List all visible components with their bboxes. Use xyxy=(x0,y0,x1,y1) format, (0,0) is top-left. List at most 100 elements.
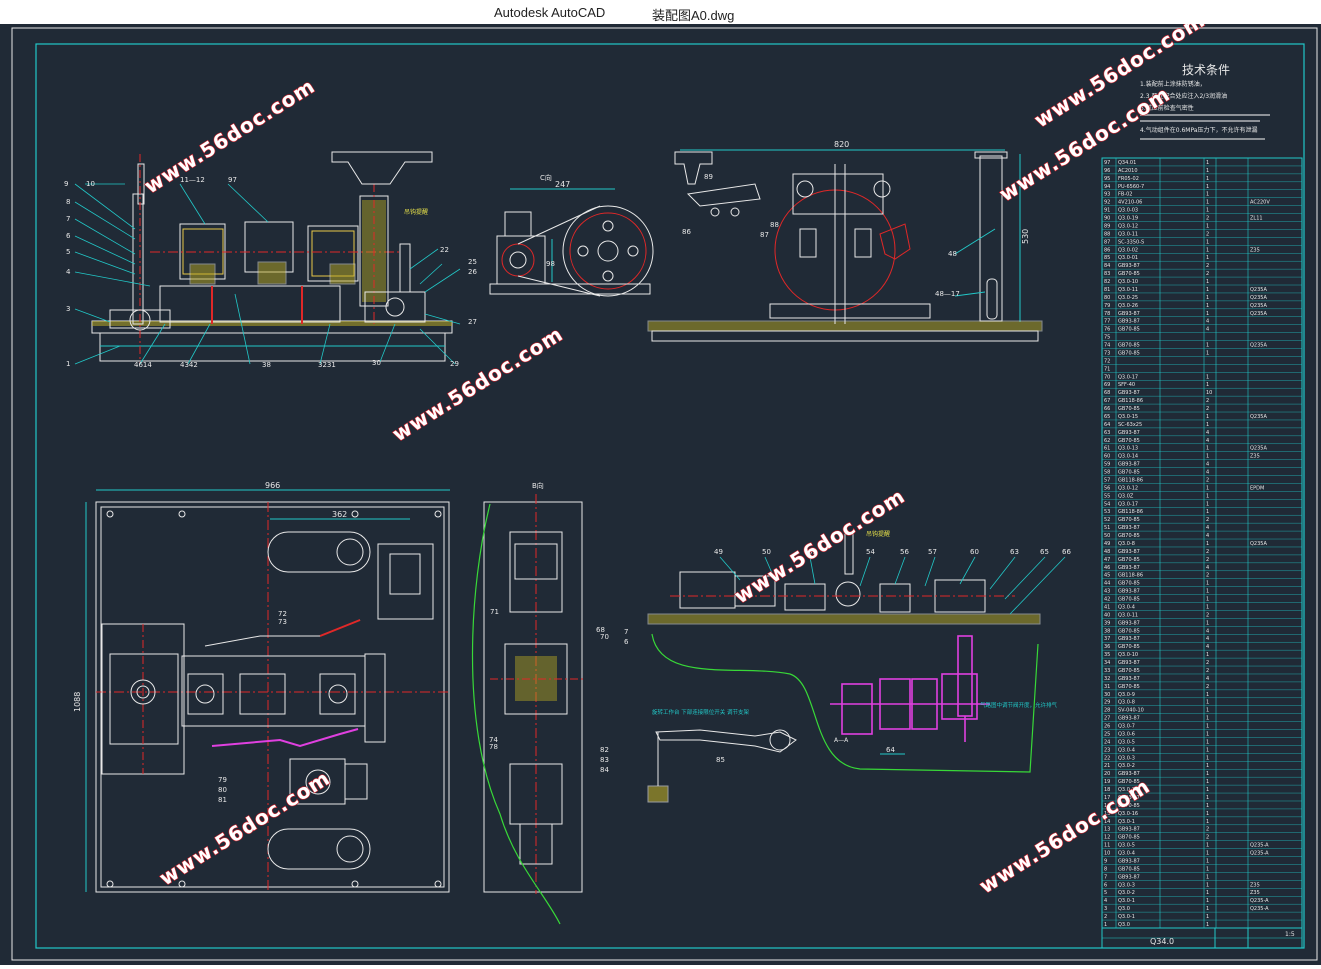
dim-aa: 64 xyxy=(886,746,895,754)
svg-text:83: 83 xyxy=(600,756,609,764)
bom-cell: 4 xyxy=(1206,628,1209,634)
dim-plan-inner: 362 xyxy=(332,510,347,519)
bom-cell: 1 xyxy=(1206,374,1209,380)
bom-cell: 22 xyxy=(1104,755,1110,761)
bom-cell: Q3.0-8 xyxy=(1118,700,1135,706)
bom-cell: 1 xyxy=(1206,295,1209,301)
drawing-canvas[interactable]: 9 10 876 543 1 11—12 97 4614 4342 38 3231 30… xyxy=(0,7,1321,965)
bom-cell: 56 xyxy=(1104,485,1110,491)
bom-cell: 1 xyxy=(1206,589,1209,595)
bom-cell: 1 xyxy=(1206,795,1209,801)
bom-cell: GB70-85 xyxy=(1118,438,1140,444)
drawing-scale: 1:5 xyxy=(1285,931,1295,938)
svg-text:78: 78 xyxy=(489,743,498,751)
bom-cell: 78 xyxy=(1104,311,1110,317)
svg-text:1: 1 xyxy=(66,360,70,368)
drawing-number: Q34.0 xyxy=(1150,937,1174,946)
bom-cell: 61 xyxy=(1104,446,1110,452)
bom-cell: GB118-86 xyxy=(1118,398,1143,404)
bom-cell: 1 xyxy=(1206,716,1209,722)
bom-cell: Z35 xyxy=(1250,454,1260,460)
bom-cell: 1 xyxy=(1206,866,1209,872)
svg-text:48—17: 48—17 xyxy=(935,290,960,298)
bom-cell: Q3.0-11 xyxy=(1118,612,1138,618)
bom-cell: 1 xyxy=(1206,692,1209,698)
bom-cell: 95 xyxy=(1104,176,1110,182)
bom-cell: FB-02 xyxy=(1118,192,1132,198)
app-title: Autodesk AutoCAD xyxy=(494,5,606,20)
svg-text:54: 54 xyxy=(866,548,875,556)
bom-cell: GB70-85 xyxy=(1118,684,1140,690)
bom-cell: 97 xyxy=(1104,160,1110,166)
bom-cell: 51 xyxy=(1104,525,1110,531)
svg-text:7: 7 xyxy=(624,628,628,636)
bom-cell: 1 xyxy=(1206,223,1209,229)
note-left: 旋转工作台 下部连接限位开关 调节支架 xyxy=(652,708,749,716)
bom-cell: GB93-87 xyxy=(1118,565,1140,571)
bom-cell: 1 xyxy=(1206,819,1209,825)
svg-text:63: 63 xyxy=(1010,548,1019,556)
bom-cell: 70 xyxy=(1104,374,1110,380)
bom-cell: GB93-87 xyxy=(1118,589,1140,595)
svg-text:10: 10 xyxy=(86,180,95,188)
bom-cell: 4 xyxy=(1206,319,1209,325)
bom-cell: 1 xyxy=(1206,414,1209,420)
bom-cell: GB93-87 xyxy=(1118,858,1140,864)
bom-cell: Q235-A xyxy=(1250,843,1269,849)
bom-cell: 1 xyxy=(1206,208,1209,214)
bom-cell: 2 xyxy=(1206,573,1209,579)
bom-cell: 82 xyxy=(1104,279,1110,285)
bom-cell: 1 xyxy=(1206,160,1209,166)
front-view: 9 10 876 543 1 11—12 97 4614 4342 38 3231 30… xyxy=(64,151,477,369)
bom-cell: Q3.0-26 xyxy=(1118,303,1138,309)
bom-cell: SC-63x25 xyxy=(1118,422,1142,428)
bom-cell: Q3.0-2 xyxy=(1118,763,1135,769)
bom-cell: GB70-85 xyxy=(1118,271,1140,277)
bom-cell: 2 xyxy=(1206,231,1209,237)
svg-text:22: 22 xyxy=(440,246,449,254)
bom-cell: 1 xyxy=(1206,239,1209,245)
bom-cell: Q3.0 xyxy=(1118,922,1130,928)
bom-cell: 1 xyxy=(1206,279,1209,285)
svg-text:50: 50 xyxy=(762,548,771,556)
bom-cell: 1 xyxy=(1206,350,1209,356)
bom-cell: 25 xyxy=(1104,731,1110,737)
bom-cell: 2 xyxy=(1206,827,1209,833)
bom-cell: 1 xyxy=(1206,747,1209,753)
bom-cell: 1 xyxy=(1206,898,1209,904)
bom-cell: 42 xyxy=(1104,597,1110,603)
bom-cell: 13 xyxy=(1104,827,1110,833)
cad-drawing[interactable]: 9 10 876 543 1 11—12 97 4614 4342 38 3231 30… xyxy=(0,7,1321,965)
bom-cell: 1 xyxy=(1206,581,1209,587)
bom-cell: 1 xyxy=(1206,874,1209,880)
bom-cell: 59 xyxy=(1104,462,1110,468)
svg-text:38: 38 xyxy=(262,361,271,369)
bom-cell: 1 xyxy=(1206,493,1209,499)
bom-cell: 2 xyxy=(1206,557,1209,563)
bom-cell: 2 xyxy=(1206,612,1209,618)
svg-text:57: 57 xyxy=(928,548,937,556)
bom-cell: GB70-85 xyxy=(1118,350,1140,356)
bom-cell: Q235A xyxy=(1250,414,1267,420)
bom-cell: 45 xyxy=(1104,573,1110,579)
bom-cell: GB93-87 xyxy=(1118,827,1140,833)
bom-cell: Q3.0-12 xyxy=(1118,223,1138,229)
bom-cell: 41 xyxy=(1104,604,1110,610)
bom-cell: 1 xyxy=(1206,882,1209,888)
bom-cell: GB93-87 xyxy=(1118,390,1140,396)
bom-cell: GB118-86 xyxy=(1118,509,1143,515)
bom-cell: AC2010 xyxy=(1118,168,1138,174)
bom-cell: 20 xyxy=(1104,771,1110,777)
bom-cell: 6 xyxy=(1104,882,1107,888)
bom-cell: 4 xyxy=(1206,565,1209,571)
bom-cell: 26 xyxy=(1104,724,1110,730)
svg-text:29: 29 xyxy=(450,360,459,368)
bom-cell: EPDM xyxy=(1250,485,1264,491)
bom-cell: Q3.0 xyxy=(1118,906,1130,912)
bom-cell: Q235A xyxy=(1250,303,1267,309)
bom-cell: GB93-87 xyxy=(1118,660,1140,666)
bom-cell: 43 xyxy=(1104,589,1110,595)
bom-cell: Q3.0-11 xyxy=(1118,287,1138,293)
bom-cell: GB70-85 xyxy=(1118,557,1140,563)
bom-cell: 69 xyxy=(1104,382,1110,388)
